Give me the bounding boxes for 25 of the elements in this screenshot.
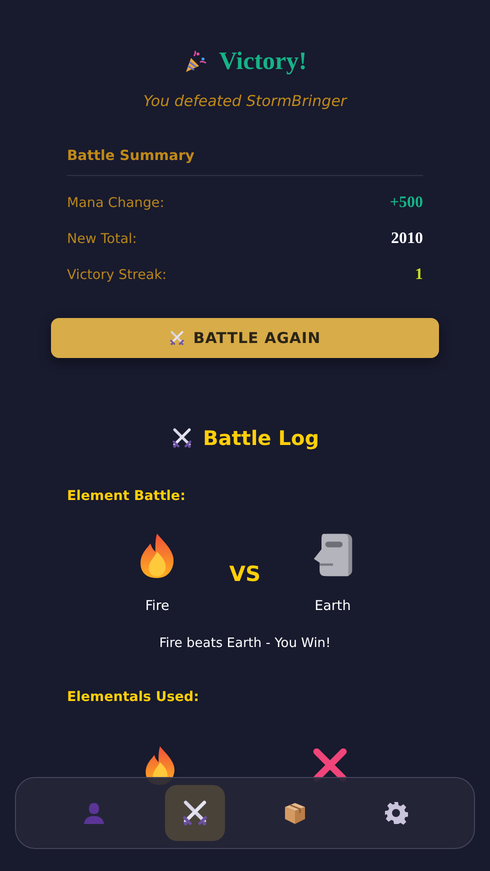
nav-tab[interactable] (164, 785, 225, 841)
stat-label: Victory Streak: (67, 267, 167, 283)
section-heading: Elementals Used: (67, 689, 200, 705)
summary-heading: Battle Summary (67, 148, 423, 176)
battle-result: Fire beats Earth - You Win! (158, 636, 332, 651)
stat-value: +500 (390, 194, 423, 212)
element-name: Earth (314, 598, 351, 614)
element-name: Fire (145, 598, 170, 614)
swords-icon (170, 427, 193, 449)
stat-label: Mana Change: (67, 195, 164, 211)
swords-icon (180, 799, 209, 827)
stat-label: New Total: (67, 231, 137, 247)
victory-title: Victory! (219, 48, 307, 76)
stat-value: 1 (415, 266, 423, 284)
battle-log-title: Battle Log (202, 426, 320, 450)
vs-label: VS (229, 562, 261, 586)
battle-again-button[interactable]: BATTLE AGAIN (51, 318, 439, 358)
subtitle: You defeated StormBringer (142, 92, 348, 110)
section-heading: Element Battle: (67, 488, 186, 504)
swords-icon (169, 330, 186, 346)
box-icon (283, 801, 308, 825)
settings-icon (384, 801, 408, 825)
person-icon (82, 801, 106, 825)
stat-value: 2010 (391, 230, 423, 248)
party-popper-icon (183, 50, 208, 74)
